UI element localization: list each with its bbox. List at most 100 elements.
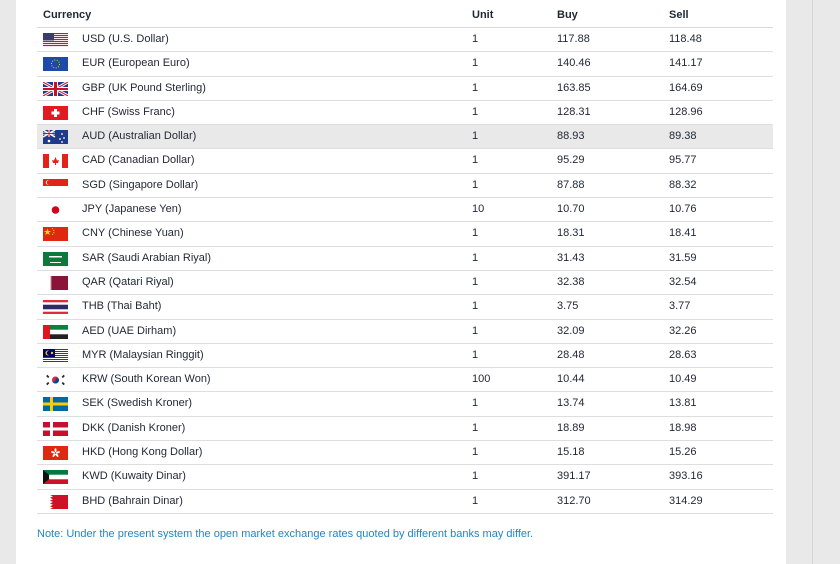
sell-rate: 31.59 [669, 251, 697, 264]
eu-flag-icon [43, 57, 68, 72]
sell-rate: 88.32 [669, 178, 697, 191]
sell-rate: 141.17 [669, 57, 703, 70]
buy-rate: 163.85 [557, 81, 591, 94]
china-flag-icon [43, 227, 68, 242]
buy-rate: 117.88 [557, 33, 590, 45]
sell-rate: 3.77 [669, 300, 691, 313]
buy-rate: 87.88 [557, 178, 585, 191]
table-row: DKK (Danish Kroner) 1 18.89 18.98 [37, 417, 773, 442]
usa-flag-icon [43, 33, 68, 47]
sell-rate: 95.77 [669, 154, 697, 167]
unit-value: 1 [472, 324, 479, 337]
korea-flag-icon [43, 373, 68, 388]
malaysia-flag-icon [43, 348, 68, 363]
table-row: CAD (Canadian Dollar) 1 95.29 95.77 [37, 149, 773, 174]
unit-value: 1 [472, 81, 479, 94]
currency-name: THB (Thai Baht) [82, 300, 162, 313]
table-row: SGD (Singapore Dollar) 1 87.88 88.32 [37, 174, 773, 199]
sell-rate: 13.81 [669, 397, 697, 410]
buy-rate: 10.44 [557, 373, 585, 386]
currency-name: QAR (Qatari Riyal) [82, 275, 174, 288]
table-row: JPY (Japanese Yen) 10 10.70 10.76 [37, 198, 773, 223]
currency-name: USD (U.S. Dollar) [82, 33, 169, 45]
unit-value: 1 [472, 494, 479, 507]
table-row: USD (U.S. Dollar) 1 117.88 118.48 [37, 28, 773, 53]
table-row: QAR (Qatari Riyal) 1 32.38 32.54 [37, 271, 773, 296]
currency-name: CNY (Chinese Yuan) [82, 227, 184, 240]
sell-rate: 32.26 [669, 324, 697, 337]
sell-rate: 18.41 [669, 227, 697, 240]
sell-rate: 164.69 [669, 81, 703, 94]
header-sell: Sell [669, 9, 689, 21]
currency-name: DKK (Danish Kroner) [82, 421, 186, 434]
unit-value: 1 [472, 251, 479, 264]
currency-name: CHF (Swiss Franc) [82, 105, 175, 118]
buy-rate: 18.89 [557, 421, 585, 434]
unit-value: 1 [472, 421, 479, 434]
currency-name: AUD (Australian Dollar) [82, 130, 197, 143]
buy-rate: 95.29 [557, 154, 585, 167]
unit-value: 1 [472, 397, 479, 410]
header-currency: Currency [43, 9, 92, 21]
buy-rate: 140.46 [557, 57, 591, 70]
buy-rate: 28.48 [557, 348, 585, 361]
currency-name: SAR (Saudi Arabian Riyal) [82, 251, 212, 264]
sell-rate: 128.96 [669, 105, 703, 118]
buy-rate: 3.75 [557, 300, 579, 313]
page-divider [812, 0, 813, 564]
table-row: KRW (South Korean Won) 100 10.44 10.49 [37, 368, 773, 393]
hongkong-flag-icon [43, 446, 68, 461]
currency-name: EUR (European Euro) [82, 57, 190, 70]
currency-name: BHD (Bahrain Dinar) [82, 494, 183, 507]
sell-rate: 393.16 [669, 470, 703, 483]
buy-rate: 391.17 [557, 470, 591, 483]
currency-name: JPY (Japanese Yen) [82, 203, 182, 216]
unit-value: 1 [472, 446, 479, 459]
buy-rate: 32.09 [557, 324, 585, 337]
sell-rate: 15.26 [669, 446, 697, 459]
table-row: CHF (Swiss Franc) 1 128.31 128.96 [37, 101, 773, 126]
buy-rate: 18.31 [557, 227, 585, 240]
table-row: HKD (Hong Kong Dollar) 1 15.18 15.26 [37, 441, 773, 466]
unit-value: 1 [472, 130, 479, 143]
table-row: BHD (Bahrain Dinar) 1 312.70 314.29 [37, 490, 773, 514]
sell-rate: 32.54 [669, 275, 697, 288]
sell-rate: 10.76 [669, 203, 697, 216]
australia-flag-icon [43, 130, 68, 145]
unit-value: 1 [472, 470, 479, 483]
table-body: USD (U.S. Dollar) 1 117.88 118.48 EUR (Europ… [37, 28, 773, 514]
unit-value: 1 [472, 154, 479, 167]
sweden-flag-icon [43, 397, 68, 412]
disclaimer-note: Note: Under the present system the open … [37, 528, 534, 540]
buy-rate: 13.74 [557, 397, 585, 410]
header-unit: Unit [472, 9, 494, 21]
currency-name: GBP (UK Pound Sterling) [82, 81, 206, 94]
buy-rate: 312.70 [557, 494, 591, 507]
saudi-flag-icon [43, 251, 68, 266]
unit-value: 1 [472, 178, 479, 191]
currency-name: CAD (Canadian Dollar) [82, 154, 195, 167]
buy-rate: 15.18 [557, 446, 585, 459]
sell-rate: 18.98 [669, 421, 697, 434]
table-row: SEK (Swedish Kroner) 1 13.74 13.81 [37, 392, 773, 417]
sell-rate: 89.38 [669, 130, 697, 143]
buy-rate: 128.31 [557, 105, 591, 118]
sell-rate: 314.29 [669, 494, 703, 507]
qatar-flag-icon [43, 275, 68, 290]
denmark-flag-icon [43, 421, 68, 436]
sell-rate: 10.49 [669, 373, 697, 386]
table-row: AED (UAE Dirham) 1 32.09 32.26 [37, 320, 773, 344]
thailand-flag-icon [43, 300, 68, 315]
currency-name: SGD (Singapore Dollar) [82, 178, 199, 191]
uk-flag-icon [43, 81, 68, 96]
japan-flag-icon [43, 203, 68, 218]
table-row: CNY (Chinese Yuan) 1 18.31 18.41 [37, 222, 773, 247]
table-header: Currency Unit Buy Sell [37, 4, 773, 28]
unit-value: 1 [472, 348, 479, 361]
buy-rate: 88.93 [557, 130, 585, 143]
table-row: THB (Thai Baht) 1 3.75 3.77 [37, 295, 773, 320]
singapore-flag-icon [43, 178, 68, 193]
buy-rate: 31.43 [557, 251, 585, 264]
buy-rate: 10.70 [557, 203, 585, 216]
unit-value: 10 [472, 203, 485, 216]
